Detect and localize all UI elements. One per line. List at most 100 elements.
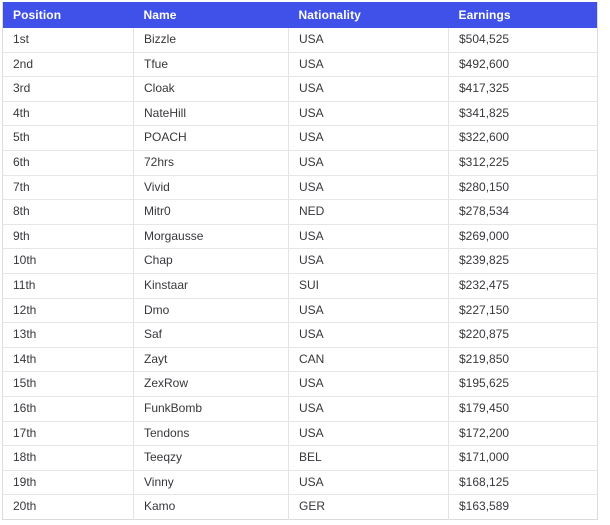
cell-name: Kamo xyxy=(133,494,289,520)
cell-nationality: CAN xyxy=(288,347,449,373)
cell-earnings: $168,125 xyxy=(448,470,598,496)
cell-position: 8th xyxy=(2,199,134,225)
cell-name: Tendons xyxy=(133,421,289,447)
cell-position: 17th xyxy=(2,421,134,447)
table-row[interactable]: 13th Saf USA $220,875 xyxy=(2,322,598,348)
cell-earnings: $504,525 xyxy=(448,28,598,53)
cell-earnings: $280,150 xyxy=(448,175,598,201)
cell-earnings: $341,825 xyxy=(448,101,598,127)
column-header-earnings[interactable]: Earnings xyxy=(449,2,598,28)
table-header-row: Position Name Nationality Earnings xyxy=(2,2,598,28)
cell-name: ZexRow xyxy=(133,371,289,397)
cell-earnings: $492,600 xyxy=(448,52,598,78)
table-row[interactable]: 2nd Tfue USA $492,600 xyxy=(2,52,598,78)
cell-position: 1st xyxy=(2,28,134,53)
table-row[interactable]: 7th Vivid USA $280,150 xyxy=(2,175,598,201)
table-row[interactable]: 16th FunkBomb USA $179,450 xyxy=(2,396,598,422)
cell-position: 18th xyxy=(2,445,134,471)
table-row[interactable]: 18th Teeqzy BEL $171,000 xyxy=(2,445,598,471)
leaderboard-table-container: Position Name Nationality Earnings 1st Bi… xyxy=(2,2,598,520)
cell-nationality: USA xyxy=(288,125,449,151)
cell-position: 14th xyxy=(2,347,134,373)
cell-name: FunkBomb xyxy=(133,396,289,422)
cell-position: 7th xyxy=(2,175,134,201)
cell-name: Zayt xyxy=(133,347,289,373)
table-row[interactable]: 1st Bizzle USA $504,525 xyxy=(2,28,598,53)
table-row[interactable]: 14th Zayt CAN $219,850 xyxy=(2,347,598,373)
cell-nationality: USA xyxy=(288,298,449,324)
table-row[interactable]: 19th Vinny USA $168,125 xyxy=(2,470,598,496)
cell-name: Vivid xyxy=(133,175,289,201)
cell-nationality: USA xyxy=(288,371,449,397)
cell-earnings: $172,200 xyxy=(448,421,598,447)
cell-position: 16th xyxy=(2,396,134,422)
cell-name: Teeqzy xyxy=(133,445,289,471)
cell-name: Chap xyxy=(133,248,289,274)
table-row[interactable]: 17th Tendons USA $172,200 xyxy=(2,421,598,447)
cell-name: Morgausse xyxy=(133,224,289,250)
table-row[interactable]: 10th Chap USA $239,825 xyxy=(2,248,598,274)
cell-name: Dmo xyxy=(133,298,289,324)
cell-nationality: USA xyxy=(288,470,449,496)
cell-earnings: $312,225 xyxy=(448,150,598,176)
cell-nationality: USA xyxy=(288,175,449,201)
table-row[interactable]: 5th POACH USA $322,600 xyxy=(2,125,598,151)
cell-name: 72hrs xyxy=(133,150,289,176)
table-row[interactable]: 6th 72hrs USA $312,225 xyxy=(2,150,598,176)
cell-nationality: USA xyxy=(288,76,449,102)
cell-position: 20th xyxy=(2,494,134,520)
cell-earnings: $232,475 xyxy=(448,273,598,299)
cell-nationality: GER xyxy=(288,494,449,520)
cell-nationality: BEL xyxy=(288,445,449,471)
cell-name: Vinny xyxy=(133,470,289,496)
cell-nationality: USA xyxy=(288,101,449,127)
cell-earnings: $195,625 xyxy=(448,371,598,397)
cell-earnings: $227,150 xyxy=(448,298,598,324)
cell-nationality: USA xyxy=(288,396,449,422)
cell-name: Saf xyxy=(133,322,289,348)
cell-nationality: USA xyxy=(288,248,449,274)
cell-name: Bizzle xyxy=(133,28,289,53)
table-row[interactable]: 3rd Cloak USA $417,325 xyxy=(2,76,598,102)
cell-nationality: USA xyxy=(288,224,449,250)
cell-earnings: $220,875 xyxy=(448,322,598,348)
cell-earnings: $219,850 xyxy=(448,347,598,373)
cell-position: 2nd xyxy=(2,52,134,78)
cell-earnings: $278,534 xyxy=(448,199,598,225)
cell-nationality: NED xyxy=(288,199,449,225)
table-header: Position Name Nationality Earnings xyxy=(2,2,598,28)
column-header-name[interactable]: Name xyxy=(134,2,289,28)
cell-earnings: $269,000 xyxy=(448,224,598,250)
cell-name: Tfue xyxy=(133,52,289,78)
cell-position: 5th xyxy=(2,125,134,151)
cell-nationality: USA xyxy=(288,52,449,78)
cell-name: POACH xyxy=(133,125,289,151)
table-row[interactable]: 11th Kinstaar SUI $232,475 xyxy=(2,273,598,299)
cell-nationality: USA xyxy=(288,421,449,447)
cell-position: 6th xyxy=(2,150,134,176)
earnings-leaderboard-table: Position Name Nationality Earnings 1st Bi… xyxy=(2,2,598,520)
table-row[interactable]: 8th Mitr0 NED $278,534 xyxy=(2,199,598,225)
cell-position: 4th xyxy=(2,101,134,127)
cell-name: NateHill xyxy=(133,101,289,127)
table-row[interactable]: 9th Morgausse USA $269,000 xyxy=(2,224,598,250)
cell-position: 3rd xyxy=(2,76,134,102)
column-header-nationality[interactable]: Nationality xyxy=(289,2,449,28)
table-row[interactable]: 15th ZexRow USA $195,625 xyxy=(2,371,598,397)
cell-position: 15th xyxy=(2,371,134,397)
table-body: 1st Bizzle USA $504,525 2nd Tfue USA $492,600 3r… xyxy=(2,28,598,520)
cell-nationality: USA xyxy=(288,322,449,348)
table-row[interactable]: 12th Dmo USA $227,150 xyxy=(2,298,598,324)
cell-earnings: $239,825 xyxy=(448,248,598,274)
cell-position: 12th xyxy=(2,298,134,324)
table-row[interactable]: 20th Kamo GER $163,589 xyxy=(2,494,598,520)
cell-name: Kinstaar xyxy=(133,273,289,299)
column-header-position[interactable]: Position xyxy=(3,2,134,28)
cell-nationality: USA xyxy=(288,28,449,53)
cell-position: 13th xyxy=(2,322,134,348)
cell-name: Cloak xyxy=(133,76,289,102)
cell-earnings: $171,000 xyxy=(448,445,598,471)
table-row[interactable]: 4th NateHill USA $341,825 xyxy=(2,101,598,127)
cell-earnings: $163,589 xyxy=(448,494,598,520)
cell-earnings: $417,325 xyxy=(448,76,598,102)
